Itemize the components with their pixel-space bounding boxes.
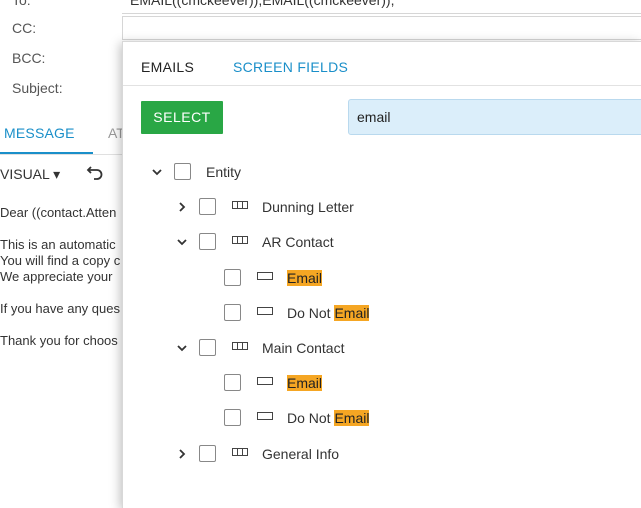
body-line: This is an automatic	[0, 237, 116, 252]
search-highlight: Email	[287, 375, 323, 391]
tab-emails[interactable]: EMAILS	[141, 59, 194, 75]
tree-label: Do Not Email	[287, 304, 370, 322]
label-prefix: Do Not	[287, 410, 335, 426]
select-button[interactable]: SELECT	[141, 101, 223, 134]
checkbox[interactable]	[224, 374, 241, 391]
tree-label: General Info	[262, 446, 340, 462]
tree-node-general-info[interactable]: General Info	[123, 442, 641, 466]
checkbox[interactable]	[199, 445, 216, 462]
tree-node-main-email[interactable]: Email	[123, 371, 641, 395]
body-line: Thank you for choos	[0, 333, 118, 348]
checkbox[interactable]	[199, 339, 216, 356]
checkbox[interactable]	[174, 163, 191, 180]
cc-field[interactable]	[122, 16, 641, 40]
table-icon	[232, 342, 248, 350]
tree-label: AR Contact	[262, 234, 334, 250]
chevron-down-icon[interactable]	[176, 230, 188, 254]
visual-mode-dropdown[interactable]: VISUAL ▾	[0, 166, 60, 183]
body-line: You will find a copy c	[0, 253, 121, 268]
tree-label: Do Not Email	[287, 409, 370, 427]
to-field[interactable]: EMAIL((cmckeever)),EMAIL((cmckeever)),	[122, 0, 641, 14]
checkbox[interactable]	[199, 198, 216, 215]
chevron-down-icon[interactable]	[176, 336, 188, 360]
label-prefix: Do Not	[287, 305, 335, 321]
search-highlight: Email	[334, 305, 370, 321]
insert-field-panel: EMAILS SCREEN FIELDS SELECT Entity Dunni…	[122, 41, 641, 508]
tree-node-ar-contact[interactable]: AR Contact	[123, 230, 641, 254]
table-icon	[232, 201, 248, 209]
chevron-down-icon[interactable]	[151, 160, 163, 184]
bcc-label: BCC:	[12, 50, 46, 66]
tree-node-main-contact[interactable]: Main Contact	[123, 336, 641, 360]
tree-label: Email	[287, 374, 323, 392]
tab-divider	[0, 154, 122, 155]
field-icon	[257, 272, 273, 280]
table-icon	[232, 236, 248, 244]
field-icon	[257, 412, 273, 420]
checkbox[interactable]	[224, 409, 241, 426]
field-icon	[257, 377, 273, 385]
tree-label: Dunning Letter	[262, 199, 354, 215]
subject-label: Subject:	[12, 80, 63, 96]
checkbox[interactable]	[199, 233, 216, 250]
tree-label: Entity	[206, 164, 242, 180]
tree-node-entity[interactable]: Entity	[123, 160, 641, 184]
chevron-right-icon[interactable]	[176, 195, 188, 219]
tree-label: Email	[287, 269, 323, 287]
field-icon	[257, 307, 273, 315]
panel-tabs: EMAILS SCREEN FIELDS	[123, 42, 641, 86]
search-input[interactable]	[348, 99, 641, 135]
tree-label: Main Contact	[262, 340, 345, 356]
tree-node-ar-do-not-email[interactable]: Do Not Email	[123, 301, 641, 325]
to-label: To:	[12, 0, 31, 8]
checkbox[interactable]	[224, 304, 241, 321]
undo-icon[interactable]	[86, 163, 104, 186]
tab-screen-fields[interactable]: SCREEN FIELDS	[233, 59, 348, 75]
chevron-right-icon[interactable]	[176, 442, 188, 466]
tab-message[interactable]: MESSAGE	[4, 125, 75, 141]
search-highlight: Email	[334, 410, 370, 426]
body-line: Dear ((contact.Atten	[0, 205, 117, 220]
to-value: EMAIL((cmckeever)),EMAIL((cmckeever)),	[130, 0, 395, 8]
tree-node-main-do-not-email[interactable]: Do Not Email	[123, 406, 641, 430]
tree-node-dunning-letter[interactable]: Dunning Letter	[123, 195, 641, 219]
body-line: If you have any ques	[0, 301, 120, 316]
body-line: We appreciate your	[0, 269, 113, 284]
search-highlight: Email	[287, 270, 323, 286]
table-icon	[232, 448, 248, 456]
tree-node-ar-email[interactable]: Email	[123, 266, 641, 290]
checkbox[interactable]	[224, 269, 241, 286]
cc-label: CC:	[12, 20, 37, 36]
